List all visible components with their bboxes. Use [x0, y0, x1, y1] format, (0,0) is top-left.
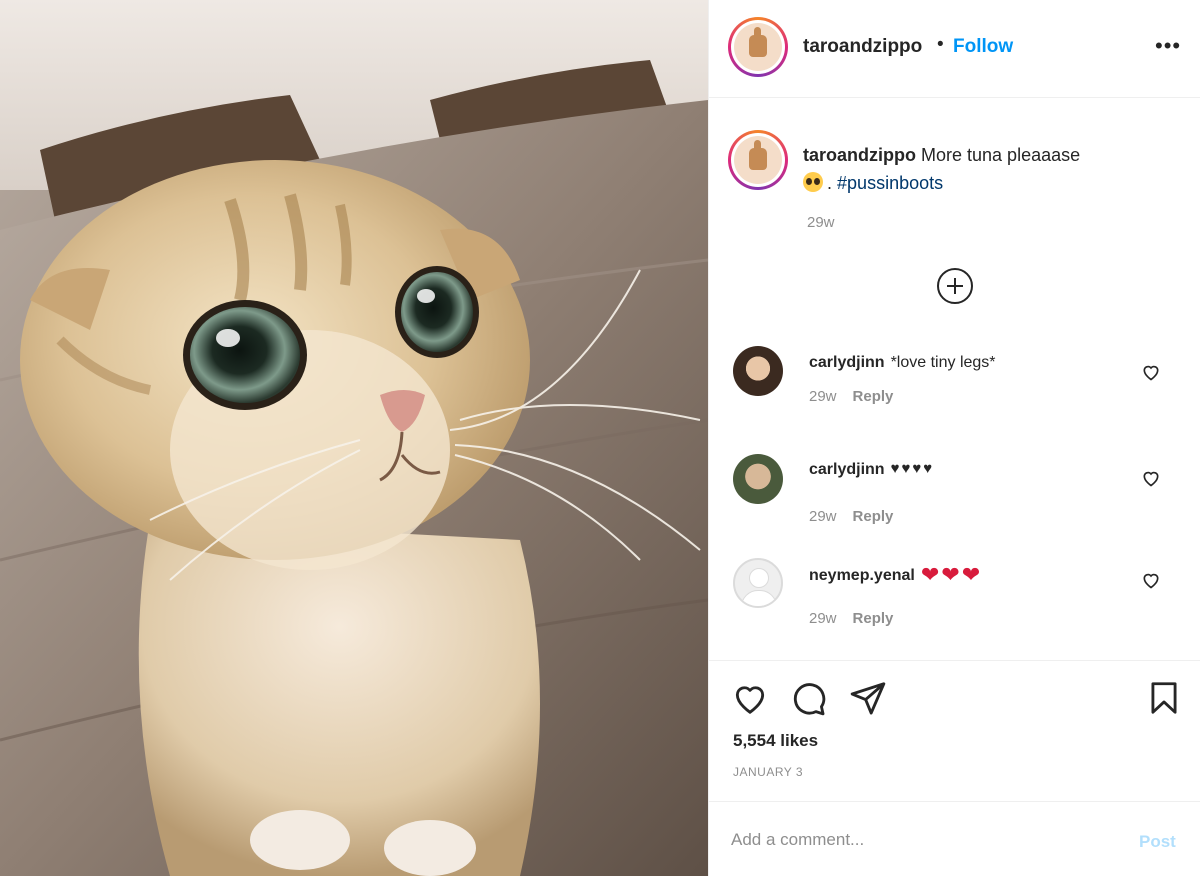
comment-bubble-icon[interactable]: [789, 679, 827, 717]
cat-photo-image: [0, 0, 708, 876]
header-separator: •: [937, 34, 944, 55]
share-send-icon[interactable]: [849, 679, 887, 717]
reply-button[interactable]: Reply: [853, 388, 894, 405]
thumb-shape: [749, 27, 767, 57]
post-date[interactable]: JANUARY 3: [733, 765, 803, 779]
thumbs-up-logo-icon: [734, 136, 782, 184]
comment-meta: 29w Reply: [809, 508, 893, 525]
caption-body: More tuna pleaaase: [921, 145, 1081, 165]
caption-avatar[interactable]: [728, 130, 788, 190]
comment-meta: 29w Reply: [809, 610, 893, 627]
thumbs-up-logo-icon: [734, 23, 782, 71]
author-avatar[interactable]: [728, 17, 788, 77]
save-bookmark-icon[interactable]: [1145, 679, 1183, 717]
author-username[interactable]: taroandzippo: [803, 36, 922, 58]
comment-item: carlydjinn *love tiny legs* 29w Reply: [709, 346, 1200, 436]
caption-text: taroandzippo More tuna pleaaase . #pussi…: [803, 141, 1183, 197]
caption-username[interactable]: taroandzippo: [803, 145, 916, 165]
reply-button[interactable]: Reply: [853, 610, 894, 627]
likes-count[interactable]: 5,554 likes: [733, 731, 818, 751]
post-header: taroandzippo • Follow •••: [709, 0, 1200, 98]
comment-username[interactable]: carlydjinn: [809, 354, 885, 371]
add-comment-bar: Post: [709, 801, 1200, 876]
caption-separator: .: [827, 173, 833, 193]
author-avatar-frame: [731, 20, 785, 74]
comment-username[interactable]: carlydjinn: [809, 461, 885, 478]
comment-time[interactable]: 29w: [809, 508, 837, 525]
caption-hashtag[interactable]: #pussinboots: [837, 173, 943, 193]
comment-item: neymep.yenal ❤❤❤ 29w Reply: [709, 558, 1200, 648]
post-actions: 5,554 likes JANUARY 3 Post: [709, 660, 1200, 876]
commenter-avatar[interactable]: [733, 454, 783, 504]
commenter-avatar[interactable]: [733, 346, 783, 396]
comment-line: carlydjinn ♥♥♥♥: [809, 460, 934, 479]
comment-item: carlydjinn ♥♥♥♥ 29w Reply: [709, 454, 1200, 544]
comment-like-heart-icon[interactable]: [1141, 362, 1161, 382]
comment-input[interactable]: [731, 822, 1111, 858]
comment-line: carlydjinn *love tiny legs*: [809, 354, 996, 372]
caption-avatar-frame: [731, 133, 785, 187]
post-side-panel: taroandzippo • Follow ••• taroandzippo M…: [708, 0, 1200, 876]
pleading-face-emoji-icon: [803, 172, 823, 192]
comment-time[interactable]: 29w: [809, 388, 837, 405]
comment-username[interactable]: neymep.yenal: [809, 567, 915, 584]
post-photo[interactable]: [0, 0, 708, 876]
comment-time[interactable]: 29w: [809, 610, 837, 627]
reply-button[interactable]: Reply: [853, 508, 894, 525]
default-avatar-icon[interactable]: [733, 558, 783, 608]
like-heart-icon[interactable]: [731, 679, 769, 717]
comment-like-heart-icon[interactable]: [1141, 468, 1161, 488]
follow-button[interactable]: Follow: [953, 36, 1013, 58]
comment-text: ❤❤❤: [920, 562, 983, 587]
comment-like-heart-icon[interactable]: [1141, 570, 1161, 590]
comment-meta: 29w Reply: [809, 388, 893, 405]
caption-timestamp[interactable]: 29w: [807, 214, 835, 231]
comment-line: neymep.yenal ❤❤❤: [809, 562, 982, 588]
comment-text: *love tiny legs*: [890, 354, 996, 371]
post-comment-button[interactable]: Post: [1139, 832, 1176, 852]
comment-text: ♥♥♥♥: [890, 460, 935, 477]
thumb-shape: [749, 140, 767, 170]
load-more-comments-icon[interactable]: [937, 268, 973, 304]
more-options-icon[interactable]: •••: [1155, 35, 1181, 57]
